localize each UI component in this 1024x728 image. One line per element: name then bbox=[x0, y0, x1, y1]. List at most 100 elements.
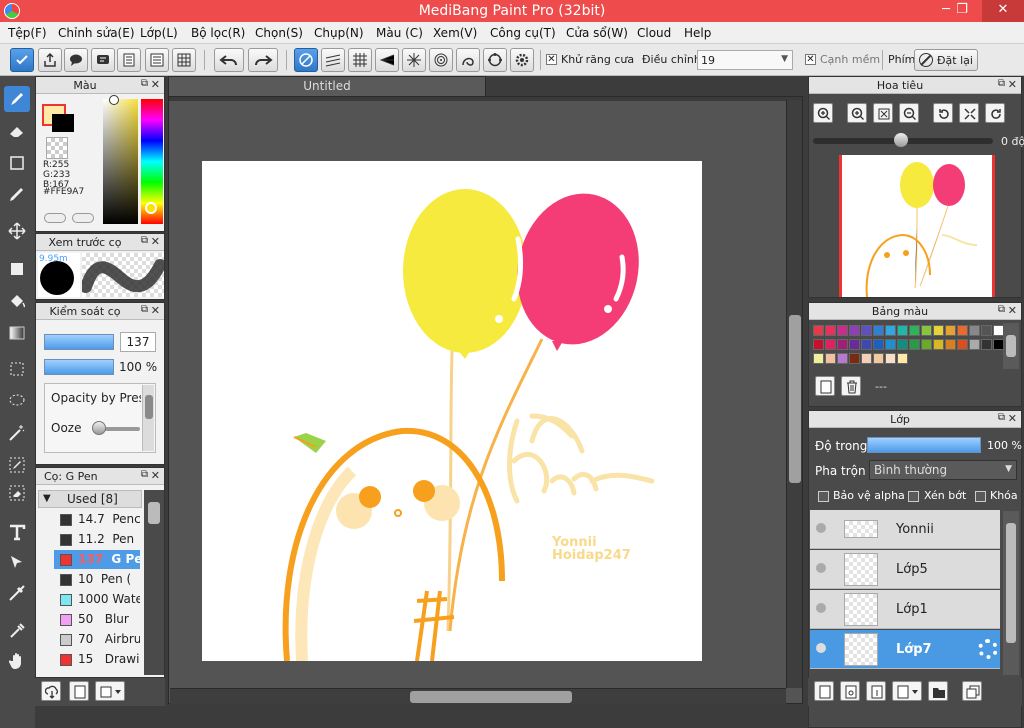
brush-item[interactable]: 15 Drawing bbox=[54, 650, 140, 669]
scroll-thumb[interactable] bbox=[410, 691, 572, 703]
palette-swatch[interactable] bbox=[957, 325, 968, 336]
palette-swatch[interactable] bbox=[837, 353, 848, 364]
hand-tool-icon[interactable] bbox=[4, 648, 30, 674]
canvas-horizontal-scrollbar[interactable] bbox=[170, 688, 786, 704]
fit-screen-icon[interactable] bbox=[873, 103, 893, 123]
brush-group-header[interactable]: ▼ Used [8] bbox=[38, 490, 142, 508]
brush-settings-icon[interactable] bbox=[95, 681, 125, 701]
lasso-tool-icon[interactable] bbox=[4, 388, 30, 414]
visibility-eye-icon[interactable] bbox=[816, 643, 826, 653]
scroll-thumb[interactable] bbox=[1006, 523, 1016, 643]
palette-swatch[interactable] bbox=[837, 339, 848, 350]
pen-tool-icon[interactable] bbox=[4, 181, 30, 207]
menu-filter[interactable]: Bộ lọc(R) bbox=[191, 26, 245, 40]
scroll-thumb[interactable] bbox=[789, 315, 801, 483]
layer-row-selected[interactable]: Lớp7 bbox=[810, 630, 1000, 669]
new-brush-icon[interactable] bbox=[69, 681, 89, 701]
palette-swatch[interactable] bbox=[813, 339, 824, 350]
brush-item[interactable]: 10 Pen ( bbox=[54, 570, 140, 589]
palette-swatch[interactable] bbox=[945, 325, 956, 336]
speech-icon[interactable] bbox=[91, 48, 115, 72]
brush-tool-icon[interactable] bbox=[4, 86, 30, 112]
cloud-download-icon[interactable] bbox=[41, 681, 61, 701]
popout-icon[interactable]: ⧉ bbox=[998, 304, 1005, 315]
no-snap-icon[interactable] bbox=[294, 48, 318, 72]
palette-swatch[interactable] bbox=[909, 325, 920, 336]
palette-swatch[interactable] bbox=[825, 353, 836, 364]
parallel-snap-icon[interactable] bbox=[321, 48, 345, 72]
new-palette-icon[interactable] bbox=[815, 376, 835, 396]
brush-item[interactable]: 70 Airbrush bbox=[54, 630, 140, 649]
palette-swatch[interactable] bbox=[897, 339, 908, 350]
canvas-vertical-scrollbar[interactable] bbox=[786, 100, 802, 688]
canvas-tab[interactable]: Untitled bbox=[168, 76, 486, 96]
menu-layer[interactable]: Lớp(L) bbox=[140, 26, 178, 40]
brush-size-field[interactable]: 137 bbox=[120, 332, 156, 352]
share-icon[interactable] bbox=[38, 48, 62, 72]
select-rect-tool-icon[interactable] bbox=[4, 356, 30, 382]
menu-file[interactable]: Tệp(F) bbox=[8, 26, 47, 40]
actual-size-icon[interactable] bbox=[959, 103, 979, 123]
protect-alpha-checkbox[interactable] bbox=[818, 491, 829, 502]
close-icon[interactable]: ✕ bbox=[1008, 78, 1017, 91]
palette-swatch[interactable] bbox=[933, 325, 944, 336]
palette-swatch[interactable] bbox=[969, 339, 980, 350]
palette-swatch[interactable] bbox=[825, 325, 836, 336]
palette-swatch[interactable] bbox=[885, 325, 896, 336]
drawing-canvas[interactable]: Yonnii Hoidap247 bbox=[202, 161, 702, 661]
scroll-thumb[interactable] bbox=[145, 395, 153, 419]
polyline-snap-icon[interactable] bbox=[483, 48, 507, 72]
palette-swatch[interactable] bbox=[873, 325, 884, 336]
palette-swatch[interactable] bbox=[861, 353, 872, 364]
palette-swatch[interactable] bbox=[933, 339, 944, 350]
palette-swatch[interactable] bbox=[921, 325, 932, 336]
brush-list-scrollbar[interactable] bbox=[144, 490, 164, 675]
navigator-preview[interactable] bbox=[839, 155, 995, 298]
layer-folder-icon[interactable] bbox=[928, 681, 948, 701]
comment-icon[interactable] bbox=[64, 48, 88, 72]
clipping-checkbox[interactable] bbox=[908, 491, 919, 502]
layers-scrollbar[interactable] bbox=[1003, 511, 1019, 675]
close-icon[interactable]: ✕ bbox=[151, 78, 160, 91]
lock-checkbox[interactable] bbox=[975, 491, 986, 502]
zoom-out-icon[interactable] bbox=[899, 103, 919, 123]
palette-swatch[interactable] bbox=[849, 353, 860, 364]
palette-swatch[interactable] bbox=[813, 325, 824, 336]
reset-button[interactable]: Đặt lại bbox=[914, 49, 978, 71]
rotate-left-icon[interactable] bbox=[933, 103, 953, 123]
check-icon[interactable] bbox=[10, 48, 34, 72]
brush-item[interactable]: 11.2 Pen bbox=[54, 530, 140, 549]
trash-icon[interactable] bbox=[841, 376, 861, 396]
radial-snap-icon[interactable] bbox=[402, 48, 426, 72]
new-layer-icon[interactable] bbox=[814, 681, 834, 701]
close-icon[interactable]: ✕ bbox=[1008, 304, 1017, 317]
palette-scrollbar[interactable] bbox=[1003, 323, 1019, 369]
fill-rect-tool-icon[interactable] bbox=[4, 256, 30, 282]
close-icon[interactable]: ✕ bbox=[1008, 412, 1017, 425]
brush-options-scrollbar[interactable] bbox=[142, 385, 154, 451]
palette-swatch[interactable] bbox=[861, 339, 872, 350]
brush-item-selected[interactable]: 137 G Pen bbox=[54, 550, 140, 569]
palette-swatch[interactable] bbox=[945, 339, 956, 350]
scroll-thumb[interactable] bbox=[1006, 335, 1016, 357]
visibility-eye-icon[interactable] bbox=[816, 523, 826, 533]
popout-icon[interactable]: ⧉ bbox=[998, 412, 1005, 423]
color-mode-button[interactable] bbox=[44, 213, 66, 223]
palette-swatch[interactable] bbox=[873, 353, 884, 364]
palette-swatch[interactable] bbox=[873, 339, 884, 350]
add-layer-menu-icon[interactable] bbox=[892, 681, 922, 701]
adjust-select[interactable]: 19 ▼ bbox=[697, 50, 793, 70]
palette-swatch[interactable] bbox=[861, 325, 872, 336]
transparent-color-swatch[interactable] bbox=[46, 137, 68, 159]
ooze-slider-thumb[interactable] bbox=[92, 421, 106, 435]
palette-swatch[interactable] bbox=[921, 339, 932, 350]
palette-swatch[interactable] bbox=[969, 325, 980, 336]
popout-icon[interactable]: ⧉ bbox=[141, 304, 148, 315]
palette-swatch[interactable] bbox=[813, 353, 824, 364]
maximize-button[interactable]: ❐ bbox=[948, 0, 976, 22]
secondary-color-swatch[interactable] bbox=[52, 114, 74, 132]
visibility-eye-icon[interactable] bbox=[816, 603, 826, 613]
layer-row[interactable]: Yonnii bbox=[810, 510, 1000, 549]
grid-snap-icon[interactable] bbox=[348, 48, 372, 72]
document-icon[interactable] bbox=[117, 48, 141, 72]
